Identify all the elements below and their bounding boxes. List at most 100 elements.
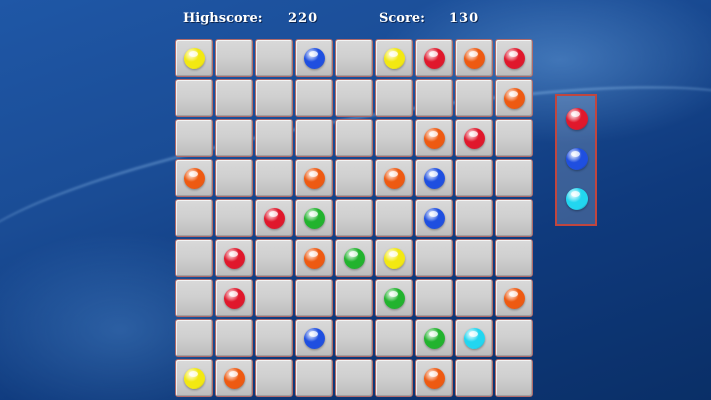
board-cell[interactable] — [495, 359, 533, 397]
yellow-ball[interactable] — [384, 48, 405, 69]
green-ball[interactable] — [304, 208, 325, 229]
board-cell[interactable] — [255, 159, 293, 197]
board-cell[interactable] — [415, 159, 453, 197]
red-ball[interactable] — [224, 248, 245, 269]
board-cell[interactable] — [295, 79, 333, 117]
board-cell[interactable] — [255, 199, 293, 237]
board-cell[interactable] — [415, 279, 453, 317]
green-ball[interactable] — [384, 288, 405, 309]
board-cell[interactable] — [255, 239, 293, 277]
board-cell[interactable] — [295, 279, 333, 317]
board-cell[interactable] — [255, 319, 293, 357]
board-cell[interactable] — [455, 279, 493, 317]
board-cell[interactable] — [455, 239, 493, 277]
board-cell[interactable] — [215, 119, 253, 157]
blue-ball[interactable] — [424, 168, 445, 189]
board-cell[interactable] — [335, 319, 373, 357]
board-cell[interactable] — [375, 279, 413, 317]
board-cell[interactable] — [335, 159, 373, 197]
board-cell[interactable] — [415, 239, 453, 277]
board-cell[interactable] — [255, 359, 293, 397]
board-cell[interactable] — [415, 199, 453, 237]
board-cell[interactable] — [295, 39, 333, 77]
board-cell[interactable] — [215, 199, 253, 237]
board-cell[interactable] — [415, 359, 453, 397]
board-cell[interactable] — [455, 159, 493, 197]
board-cell[interactable] — [495, 159, 533, 197]
red-ball[interactable] — [504, 48, 525, 69]
board-cell[interactable] — [495, 319, 533, 357]
board-cell[interactable] — [375, 119, 413, 157]
board-cell[interactable] — [175, 359, 213, 397]
board-cell[interactable] — [295, 359, 333, 397]
orange-ball[interactable] — [504, 88, 525, 109]
board-cell[interactable] — [295, 239, 333, 277]
yellow-ball[interactable] — [384, 248, 405, 269]
orange-ball[interactable] — [424, 368, 445, 389]
board-cell[interactable] — [335, 279, 373, 317]
board-cell[interactable] — [255, 119, 293, 157]
blue-ball[interactable] — [304, 48, 325, 69]
board-cell[interactable] — [215, 39, 253, 77]
board-cell[interactable] — [495, 79, 533, 117]
board-cell[interactable] — [375, 39, 413, 77]
yellow-ball[interactable] — [184, 368, 205, 389]
board-cell[interactable] — [455, 199, 493, 237]
board-cell[interactable] — [455, 79, 493, 117]
board-cell[interactable] — [375, 359, 413, 397]
board-cell[interactable] — [375, 79, 413, 117]
board-cell[interactable] — [255, 79, 293, 117]
board-cell[interactable] — [175, 319, 213, 357]
orange-ball[interactable] — [304, 248, 325, 269]
blue-ball[interactable] — [304, 328, 325, 349]
board-cell[interactable] — [295, 159, 333, 197]
board-cell[interactable] — [175, 159, 213, 197]
board-cell[interactable] — [335, 199, 373, 237]
red-ball[interactable] — [264, 208, 285, 229]
board-cell[interactable] — [175, 39, 213, 77]
board-cell[interactable] — [335, 39, 373, 77]
red-ball[interactable] — [464, 128, 485, 149]
board-cell[interactable] — [255, 39, 293, 77]
board-cell[interactable] — [495, 239, 533, 277]
board-cell[interactable] — [215, 319, 253, 357]
board-cell[interactable] — [255, 279, 293, 317]
board-cell[interactable] — [495, 199, 533, 237]
green-ball[interactable] — [424, 328, 445, 349]
board-cell[interactable] — [375, 239, 413, 277]
board-cell[interactable] — [215, 279, 253, 317]
board-cell[interactable] — [295, 119, 333, 157]
yellow-ball[interactable] — [184, 48, 205, 69]
board-cell[interactable] — [175, 199, 213, 237]
board-cell[interactable] — [455, 319, 493, 357]
board-cell[interactable] — [215, 239, 253, 277]
board-cell[interactable] — [175, 239, 213, 277]
orange-ball[interactable] — [304, 168, 325, 189]
green-ball[interactable] — [344, 248, 365, 269]
orange-ball[interactable] — [424, 128, 445, 149]
board-cell[interactable] — [415, 39, 453, 77]
cyan-ball[interactable] — [464, 328, 485, 349]
board-cell[interactable] — [495, 39, 533, 77]
board-cell[interactable] — [415, 319, 453, 357]
board-cell[interactable] — [335, 239, 373, 277]
orange-ball[interactable] — [384, 168, 405, 189]
board-cell[interactable] — [215, 79, 253, 117]
board-cell[interactable] — [175, 119, 213, 157]
orange-ball[interactable] — [224, 368, 245, 389]
board-cell[interactable] — [495, 119, 533, 157]
board-cell[interactable] — [215, 359, 253, 397]
board-cell[interactable] — [295, 319, 333, 357]
board-cell[interactable] — [335, 119, 373, 157]
board-cell[interactable] — [335, 359, 373, 397]
board-cell[interactable] — [215, 159, 253, 197]
board-cell[interactable] — [375, 199, 413, 237]
orange-ball[interactable] — [464, 48, 485, 69]
board-cell[interactable] — [455, 39, 493, 77]
board-cell[interactable] — [335, 79, 373, 117]
board-cell[interactable] — [455, 359, 493, 397]
board-cell[interactable] — [415, 119, 453, 157]
red-ball[interactable] — [424, 48, 445, 69]
board-cell[interactable] — [375, 319, 413, 357]
board-cell[interactable] — [415, 79, 453, 117]
